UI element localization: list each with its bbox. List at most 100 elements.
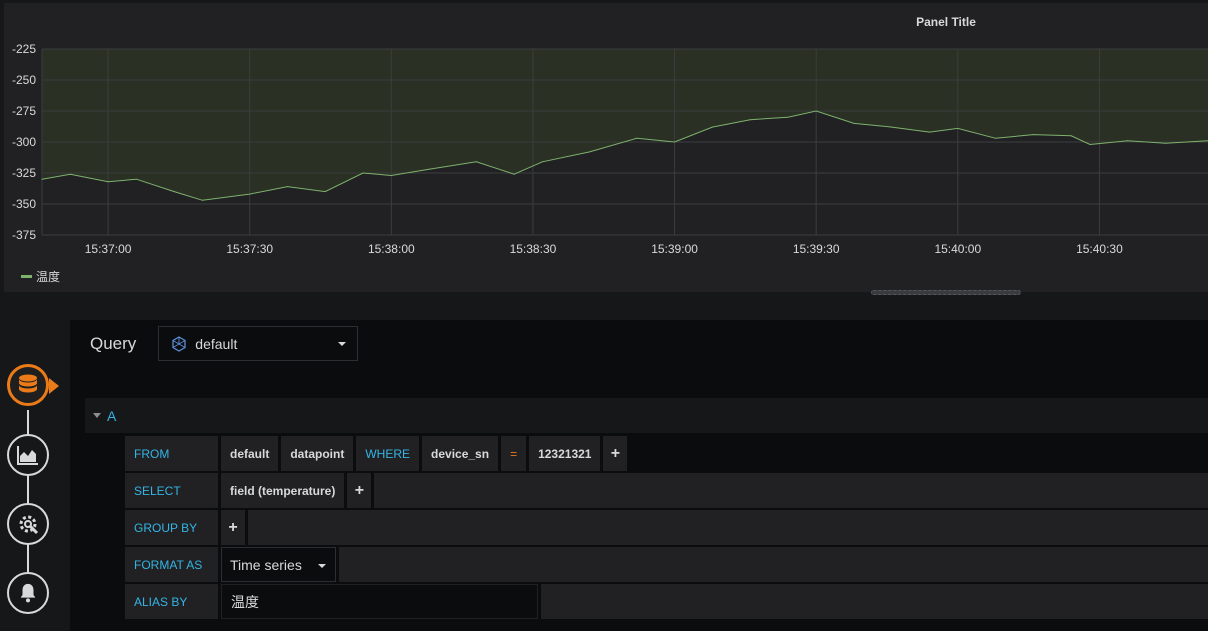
alias-by-label: ALIAS BY [125,584,218,619]
measurement-segment[interactable]: datapoint [281,436,354,471]
panel-resize-handle[interactable] [871,290,1021,295]
collapse-caret-icon[interactable] [93,413,101,418]
nav-visualization-button[interactable] [7,434,49,476]
where-keyword: WHERE [356,436,420,471]
series-point [674,141,676,143]
series-point [815,110,817,112]
series-point [541,161,543,163]
series-point [324,191,326,193]
editor-title: Query [90,333,137,353]
where-key-segment[interactable]: device_sn [422,436,499,471]
group-by-row: GROUP BY + [125,510,1208,545]
nav-alert-button[interactable] [7,572,49,614]
y-tick-label: -375 [12,228,36,242]
query-editor: Query default A FROM default datapoint W… [70,320,1208,631]
influxdb-icon [172,335,186,352]
series-point [891,126,893,128]
from-row: FROM default datapoint WHERE device_sn =… [125,436,1208,471]
query-ref-id[interactable]: A [107,408,116,424]
datasource-name: default [195,335,238,352]
series-point [135,178,137,180]
nav-queries-button[interactable] [7,364,49,406]
legend[interactable]: 温度 [21,268,60,285]
series-point [475,161,477,163]
alias-by-row: ALIAS BY 温度 [125,584,1208,619]
row-filler [248,510,1208,545]
chevron-down-icon [338,342,347,346]
row-filler [339,547,1208,582]
retention-policy-segment[interactable]: default [221,436,279,471]
series-point [1165,142,1166,144]
line-chart[interactable]: -225 -250 -275 -300 -325 -350 -375 15:37:00 15:3… [4,3,1208,263]
series-point [711,126,713,128]
database-icon [19,374,37,393]
active-nav-arrow [49,378,59,394]
series-point [428,168,430,170]
series-point [513,173,515,175]
series-point [249,193,251,195]
panel-title[interactable]: Panel Title [4,15,1208,29]
alias-by-input[interactable]: 温度 [221,584,538,619]
row-filler [630,436,1208,471]
y-tick-label: -225 [12,42,36,56]
series-point [1127,140,1129,142]
x-tick-label: 15:38:00 [368,242,415,256]
series-point [1089,144,1091,145]
series-point [173,191,175,193]
series-point [787,116,789,118]
series-point [636,137,638,139]
series-point [957,127,959,129]
series-area-fill [42,49,1208,201]
format-as-value: Time series [230,556,302,573]
format-as-row: FORMAT AS Time series [125,547,1208,582]
series-point [202,199,203,201]
series-point [589,151,591,153]
bell-icon [20,583,36,603]
settings-icon [19,515,39,535]
row-filler [374,473,1208,508]
x-tick-label: 15:38:30 [510,242,557,256]
from-label: FROM [125,436,218,471]
chevron-down-icon [318,564,326,568]
y-tick-label: -325 [12,166,36,180]
legend-label[interactable]: 温度 [36,268,60,285]
series-point [107,181,109,183]
graph-panel: -225 -250 -275 -300 -325 -350 -375 15:37:00 15:3… [4,3,1208,292]
select-field-segment[interactable]: field (temperature) [221,473,345,508]
add-select-button[interactable]: + [347,473,372,508]
editor-side-nav [0,360,60,631]
x-tick-label: 15:37:30 [226,242,273,256]
series-point [929,131,930,133]
group-by-label: GROUP BY [125,510,218,545]
x-tick-label: 15:39:00 [651,242,698,256]
y-tick-label: -300 [12,135,36,149]
series-point [41,178,43,180]
add-group-by-button[interactable]: + [221,510,245,545]
add-where-button[interactable]: + [603,436,628,471]
series-point [1032,134,1034,136]
y-tick-label: -250 [12,73,36,87]
x-tick-label: 15:40:00 [934,242,981,256]
nav-general-button[interactable] [7,503,49,545]
editor-header: Query default [90,326,359,361]
where-operator-segment[interactable]: = [501,436,527,471]
x-tick-label: 15:39:30 [793,242,840,256]
chart-icon [17,446,38,465]
select-label: SELECT [125,473,218,508]
format-as-label: FORMAT AS [125,547,218,582]
row-filler [541,584,1208,619]
series-point [362,172,364,174]
series-point [69,173,71,175]
query-row-header[interactable]: A [85,398,1208,433]
legend-swatch [21,275,32,278]
series-point [390,175,392,176]
x-tick-label: 15:37:00 [85,242,132,256]
select-row: SELECT field (temperature) + [125,473,1208,508]
datasource-picker[interactable]: default [158,326,359,361]
where-value-segment[interactable]: 12321321 [529,436,601,471]
series-point [749,119,751,121]
series-point [853,122,855,124]
format-as-select[interactable]: Time series [221,547,336,582]
series-point [995,137,997,139]
y-tick-label: -275 [12,104,36,118]
